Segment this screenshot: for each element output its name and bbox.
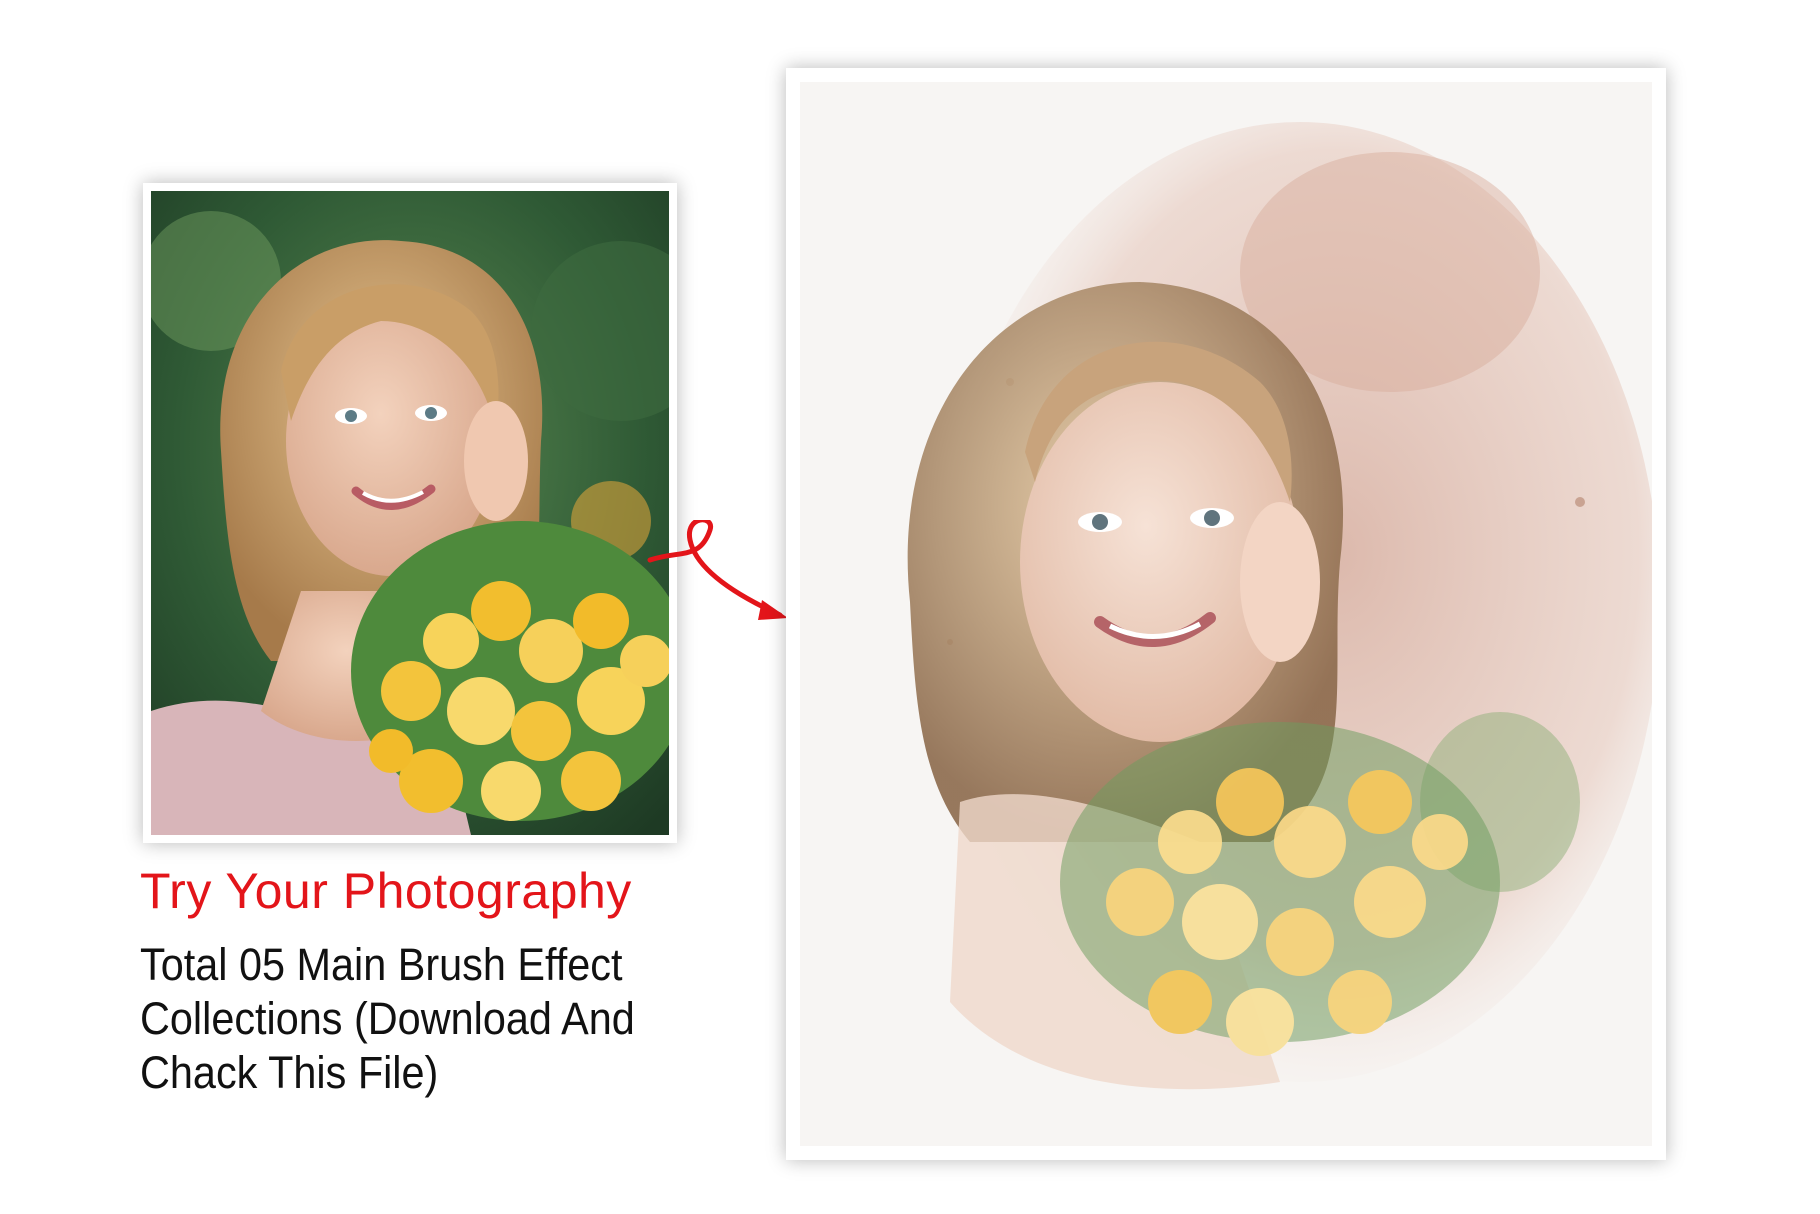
- watercolor-result-photo: [800, 82, 1652, 1146]
- watercolor-result-frame: [786, 68, 1666, 1160]
- description-text: Total 05 Main Brush Effect Collections (…: [140, 939, 635, 1098]
- headline-title: Try Your Photography: [140, 863, 632, 919]
- original-photo-frame: [143, 183, 677, 843]
- original-photo: [151, 191, 669, 835]
- curly-arrow-icon: [640, 520, 800, 630]
